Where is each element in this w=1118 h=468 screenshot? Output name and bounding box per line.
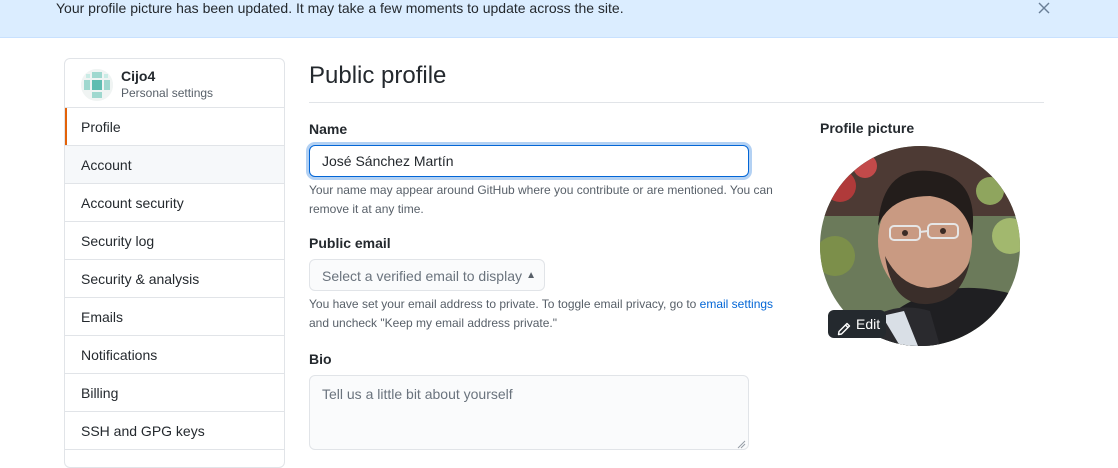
sidebar-subtitle: Personal settings <box>121 86 214 100</box>
settings-sidebar: Cijo4 Personal settings Profile Account … <box>64 58 285 468</box>
name-label: Name <box>309 121 348 137</box>
flash-banner: Your profile picture has been updated. I… <box>0 0 1118 38</box>
close-icon[interactable] <box>1036 0 1052 16</box>
title-divider <box>309 102 1044 103</box>
select-arrows-icon: ▲ <box>526 270 536 281</box>
flash-message: Your profile picture has been updated. I… <box>56 0 624 16</box>
bio-label: Bio <box>309 351 332 367</box>
public-email-select-value: Select a verified email to display <box>322 268 522 284</box>
edit-picture-button[interactable]: Edit <box>828 310 886 338</box>
profile-picture-label: Profile picture <box>820 120 915 136</box>
pencil-icon <box>837 317 851 336</box>
sidebar-item-account-security[interactable]: Account security <box>65 184 284 222</box>
email-settings-link[interactable]: email settings <box>700 297 773 311</box>
sidebar-item-account[interactable]: Account <box>65 146 284 184</box>
sidebar-item-security-log[interactable]: Security log <box>65 222 284 260</box>
sidebar-item-ssh-gpg-keys[interactable]: SSH and GPG keys <box>65 412 284 450</box>
sidebar-item-emails[interactable]: Emails <box>65 298 284 336</box>
sidebar-item-notifications[interactable]: Notifications <box>65 336 284 374</box>
email-note-text: You have set your email address to priva… <box>309 297 697 311</box>
bio-textarea[interactable] <box>309 375 749 450</box>
sidebar-item-security-analysis[interactable]: Security & analysis <box>65 260 284 298</box>
edit-button-label: Edit <box>856 316 881 332</box>
name-note: Your name may appear around GitHub where… <box>309 183 773 216</box>
avatar[interactable] <box>81 69 113 101</box>
sidebar-item-profile[interactable]: Profile <box>65 108 284 146</box>
sidebar-item-billing[interactable]: Billing <box>65 374 284 412</box>
name-input[interactable] <box>309 145 749 177</box>
public-email-label: Public email <box>309 235 391 251</box>
email-note: You have set your email address to priva… <box>309 295 779 333</box>
public-email-select[interactable]: Select a verified email to display ▲ <box>309 259 545 291</box>
email-note-text-2: and uncheck "Keep my email address priva… <box>309 316 557 330</box>
sidebar-header: Cijo4 Personal settings <box>65 59 284 108</box>
resize-handle-icon[interactable] <box>736 436 746 449</box>
page-title: Public profile <box>309 62 447 89</box>
sidebar-username[interactable]: Cijo4 <box>121 68 155 84</box>
